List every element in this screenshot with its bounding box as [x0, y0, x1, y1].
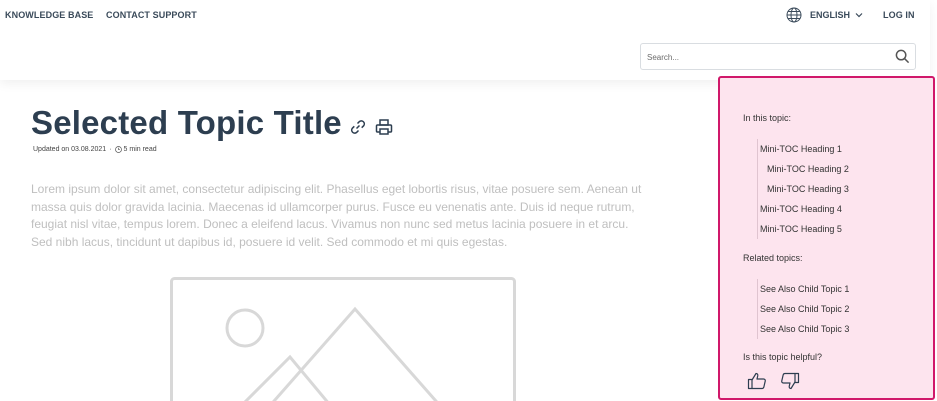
globe-icon — [786, 7, 802, 23]
link-icon[interactable] — [348, 117, 368, 137]
mini-toc-item[interactable]: Mini-TOC Heading 4 — [758, 199, 849, 219]
login-link[interactable]: Log in — [883, 10, 915, 20]
related-topics-list: See Also Child Topic 1 See Also Child To… — [757, 279, 849, 339]
related-topics-label: Related topics: — [743, 253, 803, 263]
mini-toc-item[interactable]: Mini-TOC Heading 3 — [758, 179, 849, 199]
meta-separator: · — [109, 146, 112, 153]
helpful-label: Is this topic helpful? — [743, 352, 823, 362]
topic-sidebar: In this topic: Mini-TOC Heading 1 Mini-T… — [718, 76, 935, 400]
in-this-topic-label: In this topic: — [743, 113, 792, 123]
mini-toc: Mini-TOC Heading 1 Mini-TOC Heading 2 Mi… — [757, 139, 849, 239]
language-label: English — [810, 10, 851, 20]
image-placeholder-icon — [170, 277, 516, 401]
clock-icon — [114, 146, 122, 153]
topic-meta: Updated on 03.08.2021 · 5 min read — [33, 146, 157, 153]
related-topic-link[interactable]: See Also Child Topic 3 — [758, 319, 849, 339]
read-time: 5 min read — [123, 146, 157, 153]
mini-toc-item[interactable]: Mini-TOC Heading 2 — [758, 159, 849, 179]
related-topic-link[interactable]: See Also Child Topic 1 — [758, 279, 849, 299]
nav-knowledge-base[interactable]: Knowledge Base — [5, 10, 93, 20]
nav-contact-support[interactable]: Contact Support — [106, 10, 197, 20]
top-header: Knowledge Base Contact Support English L… — [0, 0, 930, 80]
mini-toc-item[interactable]: Mini-TOC Heading 1 — [758, 139, 849, 159]
updated-date: Updated on 03.08.2021 — [33, 146, 107, 153]
topic-body: Lorem ipsum dolor sit amet, consectetur … — [31, 182, 642, 249]
related-topic-link[interactable]: See Also Child Topic 2 — [758, 299, 849, 319]
chevron-down-icon — [855, 13, 863, 18]
title-row: Selected Topic Title — [31, 104, 394, 142]
page-title: Selected Topic Title — [31, 104, 342, 141]
search-icon[interactable] — [895, 49, 910, 64]
thumbs-up-icon[interactable] — [747, 371, 767, 391]
search-input[interactable] — [647, 50, 887, 64]
mini-toc-item[interactable]: Mini-TOC Heading 5 — [758, 219, 849, 239]
language-selector[interactable]: English — [786, 7, 863, 23]
thumbs-down-icon[interactable] — [780, 371, 800, 391]
print-icon[interactable] — [374, 117, 394, 137]
search-box — [640, 43, 916, 70]
